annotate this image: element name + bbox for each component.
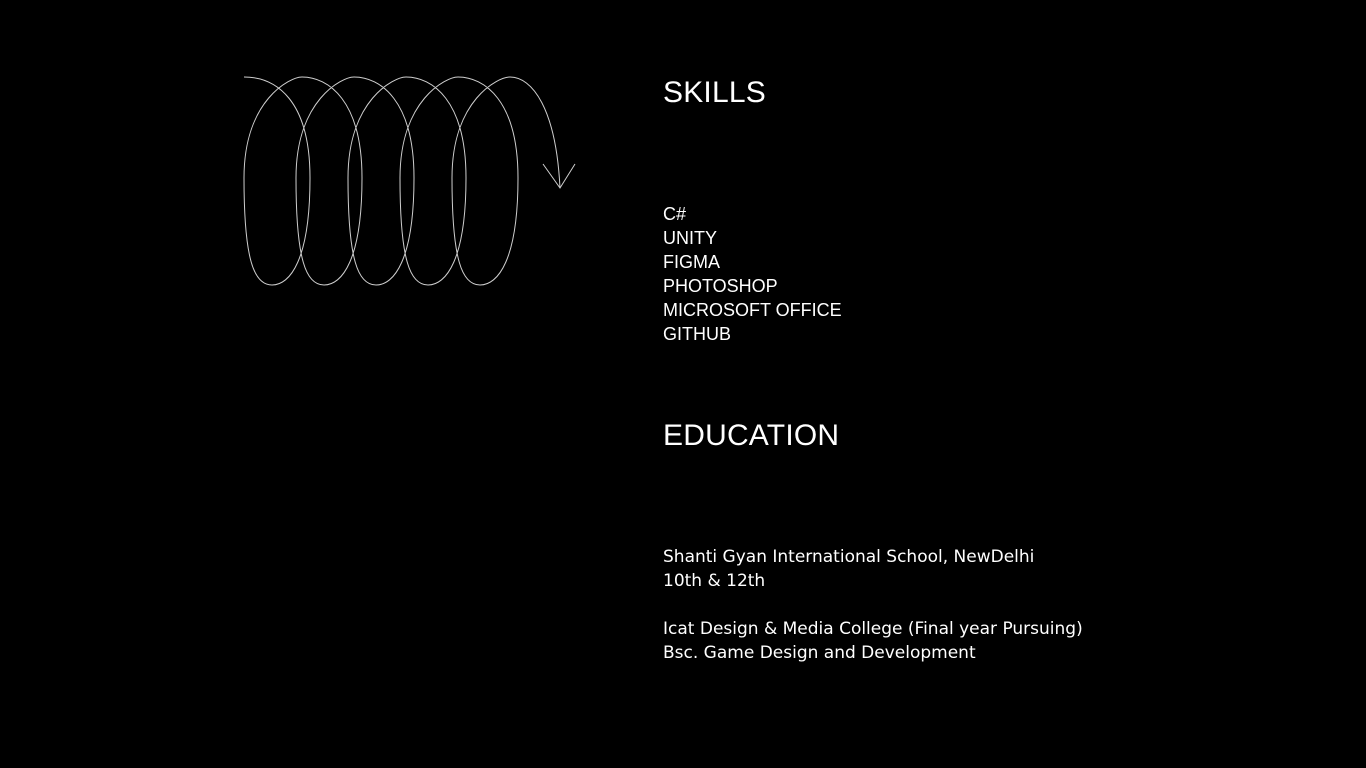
skill-item-photoshop: PHOTOSHOP (663, 276, 778, 296)
education-institution: Shanti Gyan International School, NewDel… (663, 547, 1035, 567)
education-heading: EDUCATION (663, 419, 840, 452)
skills-heading: SKILLS (663, 76, 766, 109)
skill-item-github: GITHUB (663, 324, 732, 344)
education-institution: Icat Design & Media College (Final year … (663, 619, 1083, 639)
education-detail: Bsc. Game Design and Development (663, 643, 976, 663)
spiral-arrow-icon (243, 76, 576, 286)
education-entry-college: Icat Design & Media College (Final year … (663, 617, 1083, 665)
education-detail: 10th & 12th (663, 571, 766, 591)
skill-item-csharp: C# (663, 204, 687, 224)
skills-list: C# UNITY FIGMA PHOTOSHOP MICROSOFT OFFIC… (663, 202, 842, 346)
education-entry-school: Shanti Gyan International School, NewDel… (663, 545, 1034, 593)
skill-item-microsoft-office: MICROSOFT OFFICE (663, 300, 842, 320)
skill-item-unity: UNITY (663, 228, 717, 248)
skill-item-figma: FIGMA (663, 252, 720, 272)
